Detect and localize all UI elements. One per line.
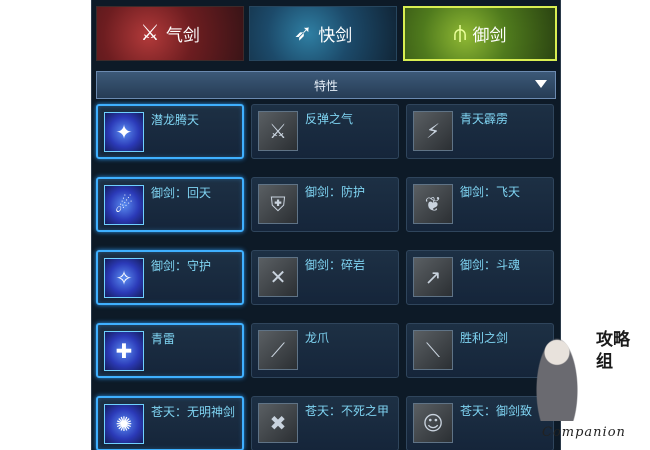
- spirit-skill-icon: ↗: [413, 257, 453, 297]
- skill-slot[interactable]: ✧ 御剑：守护: [96, 250, 244, 305]
- dragon-skill-icon: ✦: [104, 112, 144, 152]
- skill-slot[interactable]: ❦ 御剑：飞天: [406, 177, 554, 232]
- thunder-skill-icon: ✚: [104, 331, 144, 371]
- skill-slot[interactable]: ⟋ 龙爪: [251, 323, 399, 378]
- tab-label: 御剑: [472, 26, 507, 46]
- tab-label: 快剑: [318, 26, 353, 46]
- divine-sword-icon: ✺: [104, 404, 144, 444]
- tab-qi-sword[interactable]: ⚔ 气剑: [96, 6, 244, 61]
- skill-name: 苍天：不死之甲: [305, 404, 390, 418]
- tab-fast-sword[interactable]: ➶ 快剑: [249, 6, 397, 61]
- skill-panel: ⚔ 气剑 ➶ 快剑 ⫛ 御剑 特性 ✦ 潜龙腾天 ⚔ 反弹之气 ⚡ 青天霹雳 ☄…: [91, 0, 561, 450]
- skill-name: 潜龙腾天: [151, 113, 200, 127]
- claw-skill-icon: ⟋: [258, 330, 298, 370]
- trait-dropdown[interactable]: 特性: [96, 71, 556, 99]
- watermark-chars: 攻略组: [596, 330, 630, 372]
- guard-skill-icon: ✧: [104, 258, 144, 298]
- skill-slot[interactable]: ↗ 御剑：斗魂: [406, 250, 554, 305]
- skill-slot[interactable]: ☄ 御剑：回天: [96, 177, 244, 232]
- mascot-figure: [534, 333, 580, 421]
- yu-sword-icon: ⫛: [453, 21, 467, 46]
- skill-slot[interactable]: ⛨ 御剑：防护: [251, 177, 399, 232]
- skill-grid: ✦ 潜龙腾天 ⚔ 反弹之气 ⚡ 青天霹雳 ☄ 御剑：回天 ⛨ 御剑：防护 ❦ 御…: [96, 104, 556, 450]
- skill-slot[interactable]: ✦ 潜龙腾天: [96, 104, 244, 159]
- skill-slot[interactable]: ✕ 御剑：碎岩: [251, 250, 399, 305]
- skill-name: 青雷: [151, 332, 176, 346]
- skill-slot[interactable]: ⚡ 青天霹雳: [406, 104, 554, 159]
- skill-name: 御剑：飞天: [460, 185, 521, 199]
- skill-name: 苍天：御剑致: [460, 404, 533, 418]
- skill-name: 御剑：碎岩: [305, 258, 366, 272]
- skill-name: 御剑：守护: [151, 259, 212, 273]
- fast-sword-icon: ➶: [293, 21, 313, 46]
- skill-name: 青天霹雳: [460, 112, 509, 126]
- skill-name: 御剑：防护: [305, 185, 366, 199]
- dropdown-label: 特性: [313, 78, 338, 93]
- tab-yu-sword[interactable]: ⫛ 御剑: [403, 6, 557, 61]
- portrait-skill-icon: ☺: [413, 403, 453, 443]
- skill-slot[interactable]: ✺ 苍天：无明神剑: [96, 396, 244, 450]
- skill-name: 御剑：斗魂: [460, 258, 521, 272]
- blade-skill-icon: ⚔: [258, 111, 298, 151]
- lightning-skill-icon: ⚡: [413, 111, 453, 151]
- chevron-down-icon[interactable]: [535, 80, 547, 88]
- skill-name: 苍天：无明神剑: [151, 405, 236, 419]
- skill-name: 御剑：回天: [151, 186, 212, 200]
- skill-name: 反弹之气: [305, 112, 354, 126]
- rock-skill-icon: ✕: [258, 257, 298, 297]
- victory-sword-icon: ⟍: [413, 330, 453, 370]
- companion-watermark: 攻略组 Companion: [530, 325, 648, 445]
- wings-skill-icon: ❦: [413, 184, 453, 224]
- return-skill-icon: ☄: [104, 185, 144, 225]
- armor-skill-icon: ✖: [258, 403, 298, 443]
- skill-slot[interactable]: ✚ 青雷: [96, 323, 244, 378]
- skill-name: 龙爪: [305, 331, 330, 345]
- skill-slot[interactable]: ⚔ 反弹之气: [251, 104, 399, 159]
- shield-skill-icon: ⛨: [258, 184, 298, 224]
- skill-slot[interactable]: ✖ 苍天：不死之甲: [251, 396, 399, 450]
- watermark-text: Companion: [542, 425, 626, 440]
- skill-name: 胜利之剑: [460, 331, 509, 345]
- tab-label: 气剑: [165, 26, 200, 46]
- qi-sword-icon: ⚔: [140, 21, 160, 46]
